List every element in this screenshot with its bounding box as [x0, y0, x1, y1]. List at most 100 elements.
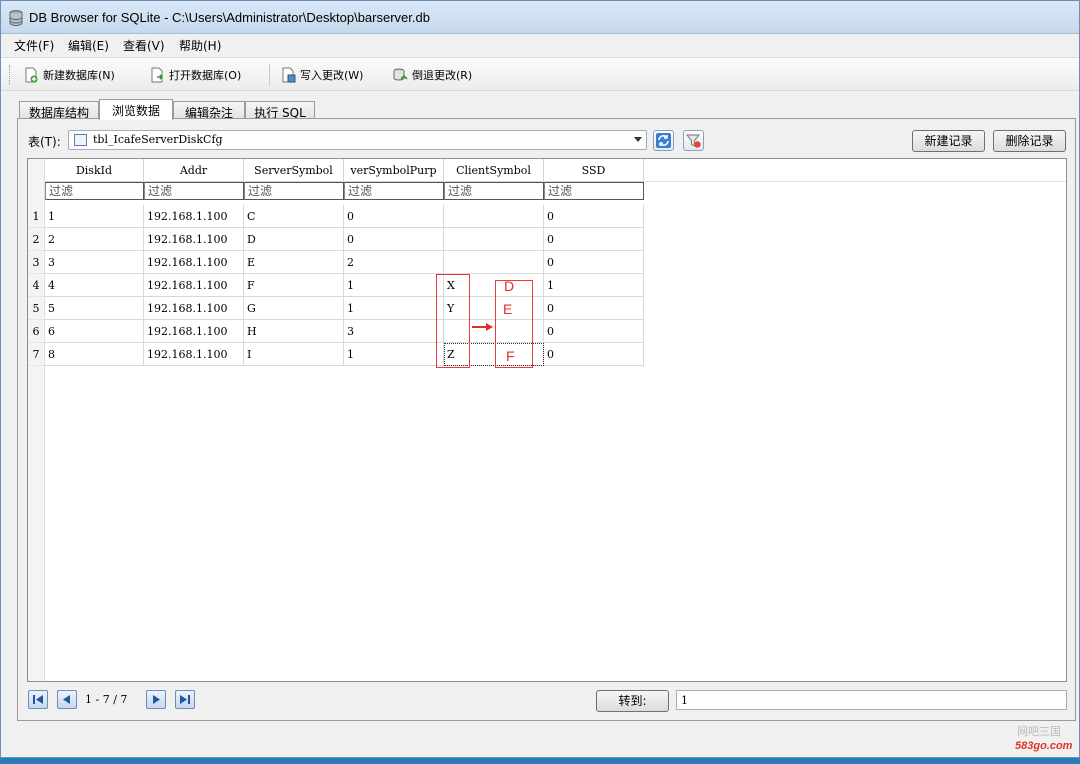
table-icon	[74, 134, 87, 146]
table-select[interactable]: tbl_IcafeServerDiskCfg	[68, 130, 647, 150]
filter-input-addr[interactable]: 过滤	[144, 182, 244, 200]
table-cell-serversymbol[interactable]: I	[244, 343, 344, 366]
table-cell-serversymbol[interactable]: G	[244, 297, 344, 320]
clear-filters-button[interactable]	[683, 130, 704, 151]
table-cell-diskid[interactable]: 8	[45, 343, 144, 366]
new-database-button[interactable]: 新建数据库(N)	[23, 65, 115, 85]
filter-input-serversymbol[interactable]: 过滤	[244, 182, 344, 200]
row-number[interactable]: 5	[28, 297, 44, 320]
table-cell-ssd[interactable]: 0	[544, 251, 644, 274]
table-cell-addr[interactable]: 192.168.1.100	[144, 228, 244, 251]
table-cell-ssd[interactable]: 0	[544, 320, 644, 343]
revert-icon	[393, 68, 408, 81]
annotation-letter-d: D	[504, 278, 515, 294]
filter-input-diskid[interactable]: 过滤	[45, 182, 144, 200]
table-cell-diskid[interactable]: 6	[45, 320, 144, 343]
tab-browse-data[interactable]: 浏览数据	[99, 99, 173, 120]
table-cell-addr[interactable]: 192.168.1.100	[144, 205, 244, 228]
table-cell-serversymbol[interactable]: E	[244, 251, 344, 274]
previous-page-icon	[63, 695, 70, 704]
delete-record-button[interactable]: 删除记录	[993, 130, 1066, 152]
column-header-serversymbol[interactable]: ServerSymbol	[244, 159, 344, 182]
next-page-icon	[153, 695, 160, 704]
table-cell-versymbolpurp[interactable]: 1	[344, 297, 444, 320]
filter-input-clientsymbol[interactable]: 过滤	[444, 182, 544, 200]
table-cell-addr[interactable]: 192.168.1.100	[144, 343, 244, 366]
table-cell-diskid[interactable]: 3	[45, 251, 144, 274]
row-number[interactable]: 1	[28, 205, 44, 228]
table-cell-versymbolpurp[interactable]: 3	[344, 320, 444, 343]
watermark-site: 583go.com	[1015, 740, 1073, 752]
table-cell-clientsymbol[interactable]	[444, 205, 544, 228]
first-page-button[interactable]	[28, 690, 48, 709]
table-cell-ssd[interactable]: 1	[544, 274, 644, 297]
table-cell-versymbolpurp[interactable]: 0	[344, 205, 444, 228]
table-cell-diskid[interactable]: 5	[45, 297, 144, 320]
column-header-versymbolpurp[interactable]: verSymbolPurp	[344, 159, 444, 182]
table-cell-versymbolpurp[interactable]: 1	[344, 343, 444, 366]
toolbar-separator	[269, 64, 270, 86]
table-cell-ssd[interactable]: 0	[544, 228, 644, 251]
write-changes-button[interactable]: 写入更改(W)	[280, 65, 363, 85]
table-cell-clientsymbol[interactable]	[444, 228, 544, 251]
table-label: 表(T):	[28, 135, 61, 149]
last-page-button[interactable]	[175, 690, 195, 709]
clear-filter-icon	[685, 134, 701, 148]
table-cell-serversymbol[interactable]: F	[244, 274, 344, 297]
column-header-diskid[interactable]: DiskId	[45, 159, 144, 182]
filter-input-versymbolpurp[interactable]: 过滤	[344, 182, 444, 200]
annotation-box-left	[436, 274, 470, 368]
table-cell-ssd[interactable]: 0	[544, 205, 644, 228]
column-header-clientsymbol[interactable]: ClientSymbol	[444, 159, 544, 182]
tab-edit-pragmas[interactable]: 编辑杂注	[173, 101, 245, 120]
filter-input-ssd[interactable]: 过滤	[544, 182, 644, 200]
toolbar-grip[interactable]	[9, 65, 12, 85]
table-cell-serversymbol[interactable]: D	[244, 228, 344, 251]
table-cell-diskid[interactable]: 1	[45, 205, 144, 228]
chevron-down-icon[interactable]	[634, 137, 642, 142]
table-cell-diskid[interactable]: 2	[45, 228, 144, 251]
goto-button[interactable]: 转到:	[596, 690, 669, 712]
table-cell-versymbolpurp[interactable]: 1	[344, 274, 444, 297]
table-cell-addr[interactable]: 192.168.1.100	[144, 320, 244, 343]
selected-table: tbl_IcafeServerDiskCfg	[93, 133, 223, 146]
table-cell-versymbolpurp[interactable]: 0	[344, 228, 444, 251]
refresh-icon	[656, 133, 671, 148]
last-page-icon	[180, 695, 190, 704]
toolbar: 新建数据库(N) 打开数据库(O) 写入更改(W) 倒退更改(R)	[1, 57, 1079, 91]
next-page-button[interactable]	[146, 690, 166, 709]
table-cell-addr[interactable]: 192.168.1.100	[144, 297, 244, 320]
menu-file[interactable]: 文件(F)	[14, 37, 54, 54]
watermark-cn: 网吧三国	[1017, 725, 1061, 738]
table-cell-serversymbol[interactable]: H	[244, 320, 344, 343]
menu-view[interactable]: 查看(V)	[123, 37, 165, 54]
table-cell-clientsymbol[interactable]	[444, 251, 544, 274]
open-database-button[interactable]: 打开数据库(O)	[149, 65, 241, 85]
table-cell-addr[interactable]: 192.168.1.100	[144, 274, 244, 297]
table-cell-ssd[interactable]: 0	[544, 297, 644, 320]
column-header-ssd[interactable]: SSD	[544, 159, 644, 182]
refresh-button[interactable]	[653, 130, 674, 151]
table-cell-ssd[interactable]: 0	[544, 343, 644, 366]
table-cell-addr[interactable]: 192.168.1.100	[144, 251, 244, 274]
table-cell-diskid[interactable]: 4	[45, 274, 144, 297]
table-cell-versymbolpurp[interactable]: 2	[344, 251, 444, 274]
row-number[interactable]: 2	[28, 228, 44, 251]
data-grid[interactable]: DiskId 过滤 Addr 过滤 ServerSymbol 过滤 verSymbolPur…	[27, 158, 1067, 682]
tab-execute-sql[interactable]: 执行 SQL	[245, 101, 315, 120]
row-number[interactable]: 3	[28, 251, 44, 274]
previous-page-button[interactable]	[57, 690, 77, 709]
new-record-button[interactable]: 新建记录	[912, 130, 985, 152]
row-number[interactable]: 4	[28, 274, 44, 297]
row-number[interactable]: 6	[28, 320, 44, 343]
database-icon	[9, 10, 23, 26]
arrow-right-icon	[472, 323, 493, 331]
tab-database-structure[interactable]: 数据库结构	[19, 101, 99, 120]
goto-input[interactable]	[676, 690, 1067, 710]
menu-help[interactable]: 帮助(H)	[179, 37, 221, 54]
table-cell-serversymbol[interactable]: C	[244, 205, 344, 228]
column-header-addr[interactable]: Addr	[144, 159, 244, 182]
row-number[interactable]: 7	[28, 343, 44, 366]
menu-edit[interactable]: 编辑(E)	[68, 37, 109, 54]
revert-changes-button[interactable]: 倒退更改(R)	[392, 65, 472, 85]
